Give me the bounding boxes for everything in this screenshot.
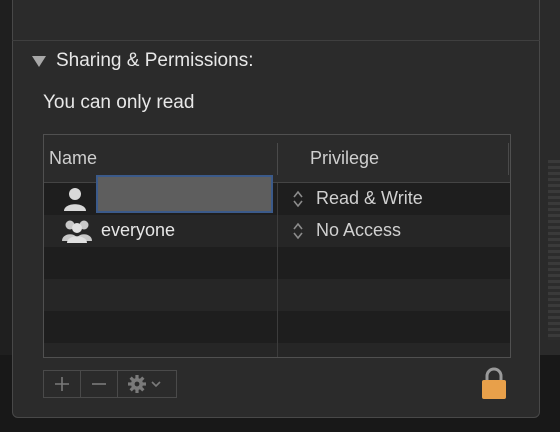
column-divider: [277, 183, 278, 357]
name-field-obscured[interactable]: [96, 175, 273, 213]
single-user-icon: [64, 188, 86, 211]
group-users-icon: [62, 220, 92, 243]
add-user-button[interactable]: [43, 370, 81, 398]
minus-icon: [92, 383, 106, 385]
table-controls: [43, 370, 177, 400]
plus-icon: [55, 377, 69, 391]
disclosure-triangle-icon[interactable]: [32, 56, 46, 67]
user-name: everyone: [101, 220, 176, 240]
column-header-name[interactable]: Name: [49, 148, 97, 169]
privilege-stepper-icon[interactable]: [292, 189, 304, 209]
privilege-value[interactable]: No Access: [316, 220, 401, 241]
section-divider: [12, 40, 540, 41]
column-divider: [508, 143, 509, 175]
action-menu-button[interactable]: [117, 370, 177, 398]
column-divider: [277, 143, 278, 175]
privilege-value[interactable]: Read & Write: [316, 188, 423, 209]
lock-icon[interactable]: [480, 366, 508, 400]
column-header-privilege[interactable]: Privilege: [310, 148, 379, 169]
privilege-stepper-icon[interactable]: [292, 221, 304, 241]
sharing-permissions-title: Sharing & Permissions:: [56, 50, 254, 71]
permission-note: You can only read: [43, 92, 195, 113]
background-window-stripes: [548, 160, 560, 340]
remove-user-button[interactable]: [80, 370, 118, 398]
chevron-down-icon: [151, 381, 161, 388]
screen: Sharing & Permissions: You can only read…: [0, 0, 560, 432]
permissions-table: Name Privilege Read & Write everyone No …: [43, 134, 511, 358]
gear-icon: [128, 375, 161, 393]
